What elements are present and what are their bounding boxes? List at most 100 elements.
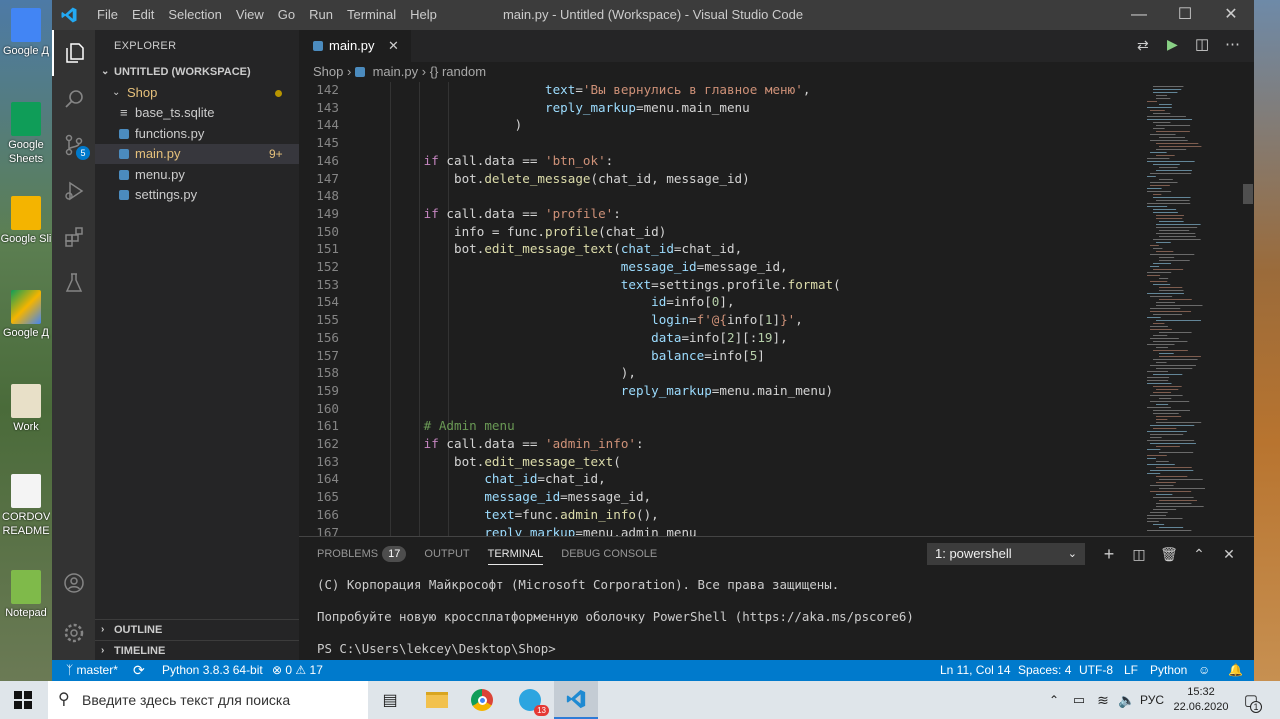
menu-file[interactable]: File xyxy=(90,0,125,30)
menu-help[interactable]: Help xyxy=(403,0,444,30)
code-line[interactable]: 148 xyxy=(299,187,1159,205)
telegram-taskbar[interactable]: 13 xyxy=(508,681,552,719)
editor-scrollbar[interactable] xyxy=(1242,82,1254,536)
code-line[interactable]: 145 xyxy=(299,134,1159,152)
file-explorer-taskbar[interactable] xyxy=(418,681,456,719)
tab-terminal[interactable]: TERMINAL xyxy=(479,537,553,571)
tab-problems[interactable]: PROBLEMS 17 xyxy=(299,537,415,571)
sync-icon[interactable]: ⟳ xyxy=(133,660,145,681)
menu-terminal[interactable]: Terminal xyxy=(340,0,403,30)
testing-activity[interactable] xyxy=(52,260,95,306)
terminal-select[interactable]: 1: powershell ⌄ xyxy=(927,543,1085,565)
minimap[interactable] xyxy=(1144,82,1244,536)
code-line[interactable]: 152 message_id=message_id, xyxy=(299,258,1159,276)
maximize-panel-icon[interactable]: ⌃ xyxy=(1188,543,1210,565)
menu-view[interactable]: View xyxy=(229,0,271,30)
code-line[interactable]: 147 bot.delete_message(chat_id, message_… xyxy=(299,170,1159,188)
code-line[interactable]: 161 # Admin menu xyxy=(299,417,1159,435)
python-interpreter[interactable]: Python 3.8.3 64-bit xyxy=(162,660,263,681)
compare-changes-icon[interactable]: ⇄ xyxy=(1137,37,1149,54)
desktop-icon-notepad[interactable]: Notepad xyxy=(0,570,52,620)
code-line[interactable]: 167 reply_markup=menu.admin_menu xyxy=(299,524,1159,537)
file-row[interactable]: ≡ base_ts.sqlite xyxy=(95,103,299,123)
chrome-taskbar[interactable] xyxy=(462,681,502,719)
desktop-icon-google-drive[interactable]: Google Д xyxy=(0,290,52,340)
battery-icon[interactable]: ▭ xyxy=(1068,681,1090,719)
extensions-activity[interactable] xyxy=(52,214,95,260)
run-file-icon[interactable]: ▶ xyxy=(1167,36,1178,53)
show-hidden-icons[interactable]: ⌃ xyxy=(1044,681,1064,719)
wifi-icon[interactable]: ≋ xyxy=(1092,681,1114,719)
end-of-line[interactable]: LF xyxy=(1124,660,1138,681)
more-actions-icon[interactable]: ⋯ xyxy=(1225,35,1240,53)
clock[interactable]: 15:32 22.06.2020 xyxy=(1170,681,1232,719)
folder-row-shop[interactable]: ⌄ Shop xyxy=(95,83,299,103)
code-line[interactable]: 165 message_id=message_id, xyxy=(299,488,1159,506)
search-activity[interactable] xyxy=(52,76,95,122)
code-line[interactable]: 166 text=func.admin_info(), xyxy=(299,506,1159,524)
timeline-section[interactable]: › TIMELINE xyxy=(95,640,299,660)
code-line[interactable]: 154 id=info[0], xyxy=(299,293,1159,311)
explorer-activity[interactable] xyxy=(52,30,95,76)
file-row-selected[interactable]: main.py 9+ xyxy=(95,144,299,164)
code-line[interactable]: 146 if call.data == 'btn_ok': xyxy=(299,152,1159,170)
breadcrumb-file[interactable]: main.py xyxy=(373,64,419,79)
run-debug-activity[interactable] xyxy=(52,168,95,214)
desktop-icon-google-slides[interactable]: Google Sli xyxy=(0,196,52,246)
code-line[interactable]: 143 reply_markup=menu.main_menu xyxy=(299,99,1159,117)
code-line[interactable]: 163 bot.edit_message_text( xyxy=(299,453,1159,471)
code-line[interactable]: 160 xyxy=(299,400,1159,418)
source-control-activity[interactable]: 5 xyxy=(52,122,95,168)
code-line[interactable]: 156 data=info[2][:19], xyxy=(299,329,1159,347)
breadcrumb-folder[interactable]: Shop xyxy=(313,64,343,79)
volume-icon[interactable]: 🔈 xyxy=(1116,681,1138,719)
problems-status[interactable]: ⊗ 0 ⚠ 17 xyxy=(272,660,323,681)
code-line[interactable]: 155 login=f'@{info[1]}', xyxy=(299,311,1159,329)
branch-status[interactable]: ᛉ master* xyxy=(66,660,118,681)
breadcrumb-symbol[interactable]: {} random xyxy=(430,64,486,79)
code-line[interactable]: 153 text=settings.profile.format( xyxy=(299,276,1159,294)
outline-section[interactable]: › OUTLINE xyxy=(95,619,299,639)
feedback-icon[interactable]: ☺ xyxy=(1198,660,1210,681)
menu-run[interactable]: Run xyxy=(302,0,340,30)
indentation[interactable]: Spaces: 4 xyxy=(1018,660,1071,681)
maximize-button[interactable]: ☐ xyxy=(1162,0,1208,30)
terminal-output[interactable]: (C) Корпорация Майкрософт (Microsoft Cor… xyxy=(317,577,914,657)
code-editor[interactable]: 142 text='Вы вернулись в главное меню', 1… xyxy=(299,82,1254,536)
task-view-icon[interactable]: ▤ xyxy=(370,681,410,719)
close-button[interactable]: ✕ xyxy=(1208,0,1254,30)
code-line[interactable]: 150 info = func.profile(chat_id) xyxy=(299,223,1159,241)
code-line[interactable]: 151 bot.edit_message_text(chat_id=chat_i… xyxy=(299,240,1159,258)
menu-go[interactable]: Go xyxy=(271,0,302,30)
manage-activity[interactable] xyxy=(52,610,95,656)
bell-icon[interactable]: 🔔 xyxy=(1228,660,1243,681)
desktop-icon-google-docs[interactable]: Google Д xyxy=(0,8,52,58)
input-language[interactable]: РУС xyxy=(1138,681,1166,719)
scroll-thumb[interactable] xyxy=(1243,184,1253,204)
close-icon[interactable]: ✕ xyxy=(388,30,399,62)
taskbar-search[interactable]: ⚲ Введите здесь текст для поиска xyxy=(48,681,368,719)
workspace-row[interactable]: ⌄ UNTITLED (WORKSPACE) xyxy=(95,62,299,82)
close-panel-icon[interactable]: ✕ xyxy=(1218,543,1240,565)
code-line[interactable]: 144 ) xyxy=(299,116,1159,134)
code-line[interactable]: 157 balance=info[5] xyxy=(299,347,1159,365)
code-line[interactable]: 164 chat_id=chat_id, xyxy=(299,470,1159,488)
code-line[interactable]: 158 ), xyxy=(299,364,1159,382)
vscode-taskbar[interactable] xyxy=(554,681,598,719)
file-row[interactable]: menu.py xyxy=(95,165,299,185)
desktop-icon-work[interactable]: Work xyxy=(0,384,52,434)
tab-output[interactable]: OUTPUT xyxy=(415,537,478,571)
new-terminal-icon[interactable]: + xyxy=(1098,543,1120,565)
notifications-button[interactable]: ▢ 1 xyxy=(1236,681,1266,719)
accounts-activity[interactable] xyxy=(52,560,95,606)
tab-debug-console[interactable]: DEBUG CONSOLE xyxy=(552,537,666,571)
cursor-position[interactable]: Ln 11, Col 14 xyxy=(940,660,1011,681)
menu-edit[interactable]: Edit xyxy=(125,0,161,30)
split-terminal-icon[interactable]: ◫ xyxy=(1128,543,1150,565)
split-editor-icon[interactable]: ◫ xyxy=(1195,35,1209,53)
language-mode[interactable]: Python xyxy=(1150,660,1187,681)
desktop-icon-readme[interactable]: CORDOV README xyxy=(0,474,52,538)
start-button[interactable] xyxy=(0,681,46,719)
code-line[interactable]: 159 reply_markup=menu.main_menu) xyxy=(299,382,1159,400)
file-row[interactable]: functions.py xyxy=(95,124,299,144)
